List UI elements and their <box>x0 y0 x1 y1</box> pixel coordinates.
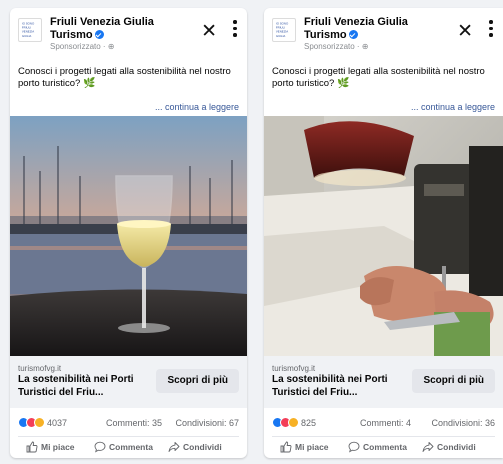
svg-text:GIULIA: GIULIA <box>276 34 286 38</box>
like-button[interactable]: Mi piace <box>26 440 75 456</box>
post-actions: Mi piace Commenta Condividi <box>10 440 247 456</box>
engagement-stats: 4037 Commenti: 35 Condivisioni: 67 <box>18 417 241 431</box>
post-image[interactable] <box>10 116 247 356</box>
engagement-stats: 825 Commenti: 4 Condivisioni: 36 <box>272 417 497 431</box>
close-icon[interactable]: ✕ <box>201 22 217 41</box>
share-count[interactable]: Condivisioni: 36 <box>431 417 495 429</box>
ad-post-card: IO SONO FRIULI VENEZIA GIULIA Friuli Ven… <box>264 8 503 458</box>
leaf-emoji-icon: 🌿 <box>336 78 350 89</box>
verified-badge-icon <box>94 30 104 39</box>
comment-icon <box>94 441 106 453</box>
link-headline[interactable]: La sostenibilità nei Porti Turistici del… <box>18 374 148 399</box>
haha-reaction-icon <box>288 417 299 428</box>
post-header: IO SONO FRIULI VENEZIA GIULIA Friuli Ven… <box>272 16 497 51</box>
sponsored-label: Sponsorizzato · ⊕ <box>304 42 369 51</box>
divider <box>18 436 239 437</box>
link-domain: turismofvg.it <box>18 364 62 373</box>
comment-count[interactable]: Commenti: 4 <box>360 417 411 429</box>
leaf-emoji-icon: 🌿 <box>82 78 96 89</box>
wine-glass-harbor-photo <box>10 116 247 356</box>
thumbs-up-icon <box>280 441 292 453</box>
link-preview[interactable]: turismofvg.it La sostenibilità nei Porti… <box>264 356 503 408</box>
reaction-count[interactable]: 825 <box>301 417 316 429</box>
read-more-link[interactable]: ... continua a leggere <box>155 102 239 112</box>
comment-button[interactable]: Commenta <box>94 440 153 456</box>
page-logo-mark: IO SONO FRIULI VENEZIA GIULIA <box>22 22 35 38</box>
share-arrow-icon <box>422 442 434 452</box>
haha-reaction-icon <box>34 417 45 428</box>
verified-badge-icon <box>348 30 358 39</box>
comment-count[interactable]: Commenti: 35 <box>106 417 162 429</box>
page-name[interactable]: Friuli Venezia Giulia Turismo <box>304 16 434 42</box>
share-arrow-icon <box>168 442 180 452</box>
close-icon[interactable]: ✕ <box>457 22 473 41</box>
comment-icon <box>348 441 360 453</box>
link-headline[interactable]: La sostenibilità nei Porti Turistici del… <box>272 374 402 399</box>
post-image[interactable] <box>264 116 503 356</box>
reaction-count[interactable]: 4037 <box>47 417 67 429</box>
share-count[interactable]: Condivisioni: 67 <box>175 417 239 429</box>
page-name[interactable]: Friuli Venezia Giulia Turismo <box>50 16 180 42</box>
more-options-icon[interactable] <box>233 20 237 38</box>
link-preview[interactable]: turismofvg.it La sostenibilità nei Porti… <box>10 356 247 408</box>
sewing-machine-sail-photo <box>264 116 503 356</box>
sponsored-label: Sponsorizzato · ⊕ <box>50 42 115 51</box>
link-domain: turismofvg.it <box>272 364 316 373</box>
share-button[interactable]: Condividi <box>168 440 222 456</box>
divider <box>272 436 495 437</box>
comment-button[interactable]: Commenta <box>348 440 407 456</box>
thumbs-up-icon <box>26 441 38 453</box>
learn-more-button[interactable]: Scopri di più <box>156 369 239 393</box>
page-logo[interactable]: IO SONO FRIULI VENEZIA GIULIA <box>18 18 42 42</box>
post-actions: Mi piace Commenta Condividi <box>264 440 503 456</box>
read-more-link[interactable]: ... continua a leggere <box>411 102 495 112</box>
learn-more-button[interactable]: Scopri di più <box>412 369 495 393</box>
post-text: Conosci i progetti legati alla sostenibi… <box>18 66 231 89</box>
ad-post-card: IO SONO FRIULI VENEZIA GIULIA Friuli Ven… <box>10 8 247 458</box>
share-button[interactable]: Condividi <box>422 440 476 456</box>
page-logo[interactable]: IO SONO FRIULI VENEZIA GIULIA <box>272 18 296 42</box>
svg-text:GIULIA: GIULIA <box>22 34 32 38</box>
more-options-icon[interactable] <box>489 20 493 38</box>
post-header: IO SONO FRIULI VENEZIA GIULIA Friuli Ven… <box>18 16 241 51</box>
page-logo-mark: IO SONO FRIULI VENEZIA GIULIA <box>276 22 289 38</box>
like-button[interactable]: Mi piace <box>280 440 329 456</box>
post-text: Conosci i progetti legati alla sostenibi… <box>272 66 485 89</box>
